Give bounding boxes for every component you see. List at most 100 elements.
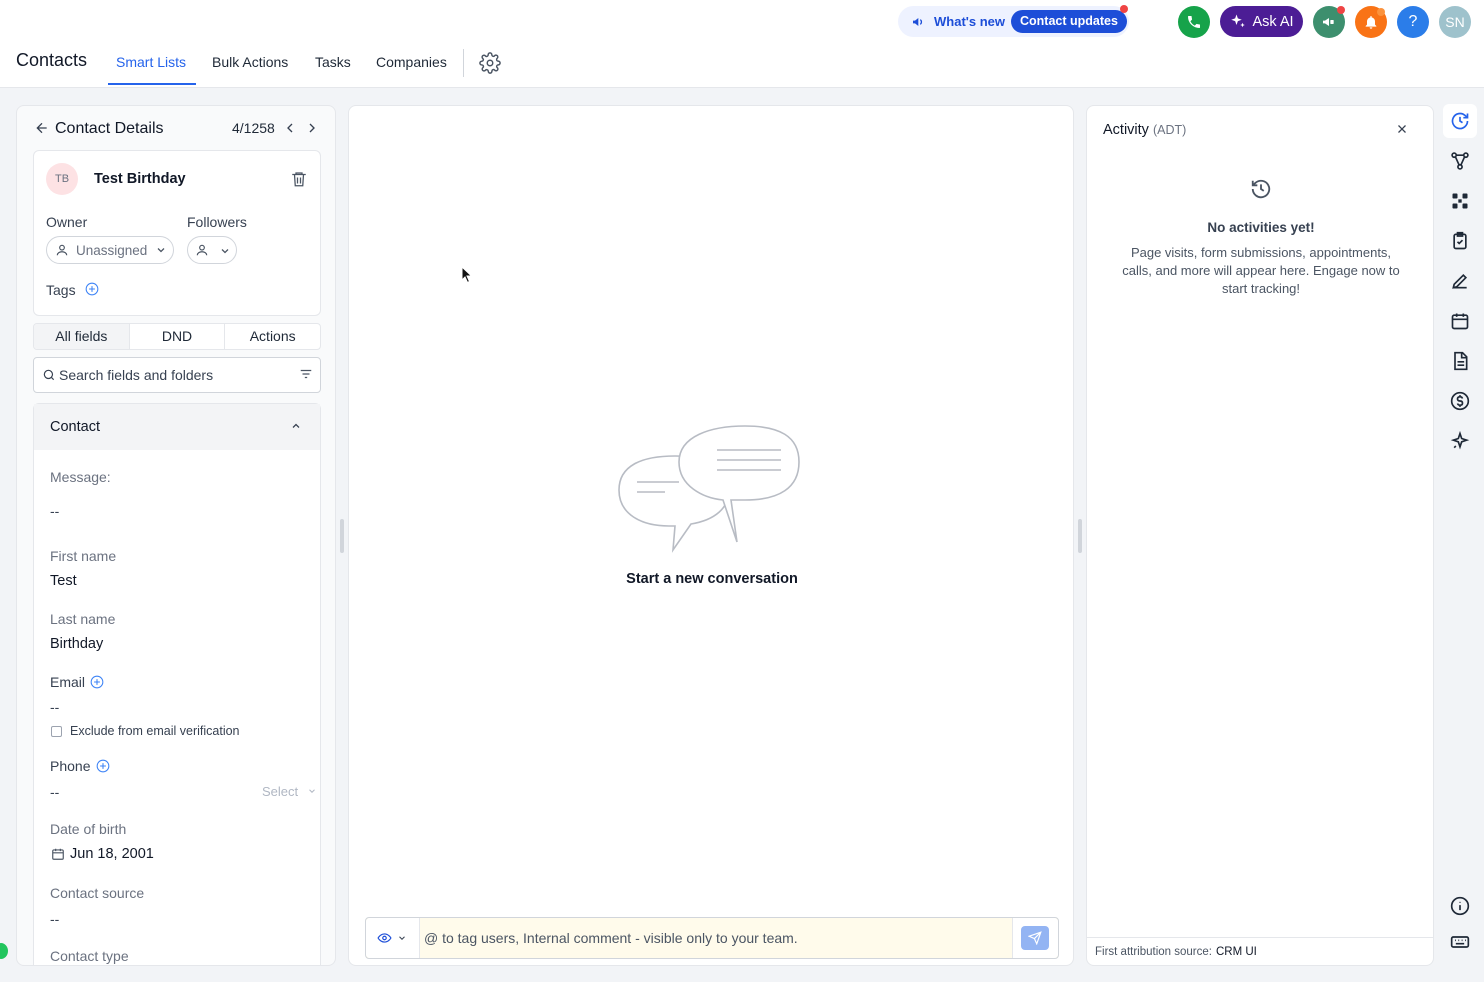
keyboard-icon[interactable]: [1450, 932, 1470, 952]
left-resize-handle[interactable]: [340, 519, 344, 553]
chevron-down-icon: [221, 249, 229, 254]
activity-panel: Activity (ADT) No activities yet! Page v…: [1086, 105, 1434, 966]
top-bar: Contacts Smart Lists Bulk Actions Tasks …: [0, 0, 1484, 88]
attribution-footer: First attribution source: CRM UI: [1087, 937, 1433, 965]
email-value[interactable]: --: [50, 699, 59, 715]
dob-label: Date of birth: [50, 821, 127, 837]
notification-dot: [1120, 5, 1128, 13]
tags-label: Tags: [46, 282, 76, 298]
trash-icon[interactable]: [290, 170, 308, 188]
megaphone-icon: [913, 17, 923, 26]
send-button[interactable]: [1021, 926, 1049, 950]
add-email-icon[interactable]: [90, 675, 104, 689]
tab-smart-lists[interactable]: Smart Lists: [116, 54, 186, 70]
phone-button[interactable]: [1178, 6, 1210, 38]
activity-icon[interactable]: [1450, 111, 1470, 131]
chevron-down-icon: [399, 936, 405, 940]
nav-divider: [463, 49, 464, 77]
ask-ai-label: Ask AI: [1252, 13, 1294, 30]
user-avatar[interactable]: SN: [1439, 6, 1471, 38]
phone-type-select[interactable]: Select: [262, 784, 298, 799]
phone-label: Phone: [50, 758, 91, 774]
user-icon: [196, 244, 208, 256]
conversation-panel: Start a new conversation: [348, 105, 1074, 966]
first-name-value[interactable]: Test: [50, 573, 77, 589]
chat-bubbles-icon: [618, 425, 800, 553]
info-icon[interactable]: [1450, 896, 1470, 916]
back-arrow-icon[interactable]: [34, 120, 50, 136]
tab-companies[interactable]: Companies: [376, 54, 447, 70]
close-icon[interactable]: [1396, 123, 1408, 135]
phone-icon: [1188, 16, 1200, 28]
contact-card: TB Test Birthday Owner Followers Unassig…: [33, 150, 321, 316]
help-button[interactable]: ?: [1397, 6, 1429, 38]
followers-label: Followers: [187, 214, 247, 230]
task-icon[interactable]: [1450, 231, 1470, 251]
sparkle-icon: [1231, 14, 1246, 27]
visibility-toggle[interactable]: [366, 918, 420, 958]
contact-avatar: TB: [46, 163, 78, 195]
contact-source-label: Contact source: [50, 885, 145, 901]
whats-new-label: What's new: [934, 14, 1005, 29]
attribution-label: First attribution source:: [1095, 946, 1212, 958]
notification-dot: [1377, 8, 1385, 16]
contact-details-title: Contact Details: [55, 120, 164, 137]
followers-select[interactable]: [187, 236, 237, 264]
activity-subtitle: (ADT): [1152, 123, 1187, 137]
owner-label: Owner: [46, 214, 88, 230]
filter-icon[interactable]: [299, 367, 313, 381]
add-phone-icon[interactable]: [96, 759, 110, 773]
ask-ai-button[interactable]: Ask AI: [1220, 6, 1303, 37]
chevron-up-icon: [292, 423, 300, 428]
contact-updates-button[interactable]: Contact updates: [1011, 10, 1127, 33]
phone-value[interactable]: --: [50, 784, 59, 800]
field-search: [33, 357, 321, 393]
right-rail: [1438, 100, 1484, 970]
gear-icon[interactable]: [479, 52, 501, 74]
section-header[interactable]: Contact: [34, 404, 320, 450]
last-name-label: Last name: [50, 611, 116, 627]
send-button-wrap: [1012, 918, 1058, 958]
activity-title-text: Activity: [1103, 122, 1149, 138]
notes-icon[interactable]: [1450, 271, 1470, 291]
message-value[interactable]: --: [50, 503, 59, 519]
workflow-icon[interactable]: [1450, 151, 1470, 171]
owner-select[interactable]: Unassigned: [46, 236, 174, 264]
tab-all-fields[interactable]: All fields: [34, 324, 130, 349]
document-icon[interactable]: [1450, 351, 1470, 371]
right-resize-handle[interactable]: [1078, 519, 1082, 553]
email-label: Email: [50, 674, 86, 690]
page-title: Contacts: [16, 50, 88, 70]
mouse-cursor: [461, 266, 473, 284]
exclude-email-checkbox[interactable]: [51, 726, 62, 737]
attribution-value: CRM UI: [1215, 946, 1257, 958]
tab-dnd[interactable]: DND: [130, 324, 226, 349]
chevron-right-icon[interactable]: [304, 120, 320, 136]
owner-value: Unassigned: [76, 242, 148, 258]
search-fields-input[interactable]: [59, 365, 289, 385]
network-icon[interactable]: [1450, 191, 1470, 211]
last-name-value[interactable]: Birthday: [50, 636, 103, 652]
tab-bulk-actions[interactable]: Bulk Actions: [212, 54, 288, 70]
first-name-label: First name: [50, 548, 117, 564]
tab-actions[interactable]: Actions: [225, 324, 320, 349]
calendar-icon[interactable]: [1450, 311, 1470, 331]
megaphone-icon: [1323, 18, 1334, 26]
contact-source-value[interactable]: --: [50, 911, 59, 927]
payment-icon[interactable]: [1450, 391, 1470, 411]
activity-empty-title: No activities yet!: [1207, 220, 1315, 235]
add-tag-icon[interactable]: [85, 282, 99, 296]
bell-icon: [1365, 16, 1377, 29]
eye-icon: [377, 933, 392, 943]
ai-sparkle-icon[interactable]: [1450, 431, 1470, 451]
dob-value[interactable]: Jun 18, 2001: [70, 846, 154, 862]
chevron-left-icon[interactable]: [282, 120, 298, 136]
notification-dot: [1337, 6, 1345, 14]
record-position: 4/1258: [232, 120, 275, 136]
comment-input[interactable]: [424, 928, 1004, 948]
contact-type-label: Contact type: [50, 948, 129, 964]
tab-tasks[interactable]: Tasks: [315, 54, 351, 70]
active-tab-indicator: [108, 83, 196, 85]
activity-title: Activity (ADT): [1103, 122, 1186, 138]
contact-name[interactable]: Test Birthday: [94, 171, 186, 187]
